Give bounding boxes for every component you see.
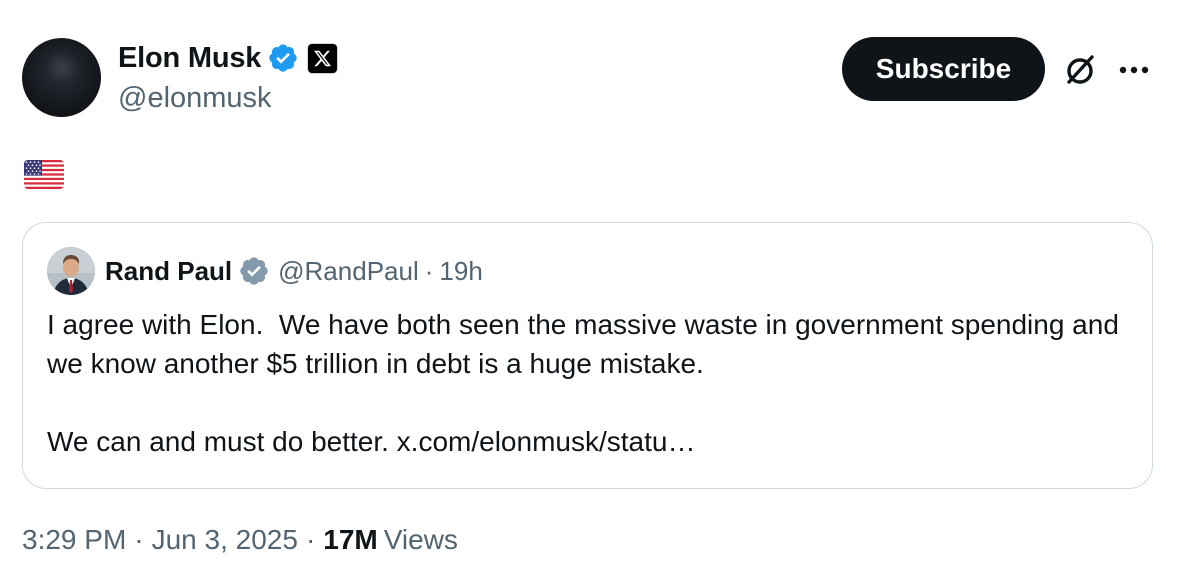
government-verified-badge-icon[interactable] [238, 255, 270, 287]
verified-badge-icon[interactable] [267, 42, 299, 74]
avatar-highlight [44, 52, 80, 82]
quoted-author-avatar[interactable] [47, 247, 95, 295]
more-options-icon[interactable] [1114, 52, 1154, 88]
tweet-metadata: 3:29 PM · Jun 3, 2025 · 17M Views [22, 524, 458, 556]
author-handle[interactable]: @elonmusk [118, 82, 272, 115]
grok-icon[interactable] [1060, 50, 1100, 90]
author-avatar[interactable] [22, 38, 101, 117]
tweet-date[interactable]: Jun 3, 2025 [152, 524, 298, 556]
quoted-author-name[interactable]: Rand Paul [105, 256, 232, 287]
quoted-tweet-paragraph: We can and must do better. x.com/elonmus… [47, 426, 696, 457]
views-count[interactable]: 17M [323, 524, 377, 556]
quoted-author-handle[interactable]: @RandPaul [278, 256, 419, 287]
meta-separator: · [134, 524, 144, 555]
quoted-tweet-time[interactable]: 19h [439, 256, 482, 287]
us-flag-emoji [24, 160, 64, 189]
quoted-tweet-paragraph: I agree with Elon. We have both seen the… [47, 309, 1127, 379]
quoted-tweet-header: Rand Paul @RandPaul · 19h [105, 251, 483, 291]
quoted-header-separator: · [424, 255, 434, 286]
quoted-tweet-card[interactable]: Rand Paul @RandPaul · 19h I agree with E… [22, 222, 1153, 489]
tweet-page: Elon Musk @elonmusk Subscribe Rand Paul … [0, 0, 1178, 582]
quoted-avatar-portrait [47, 247, 95, 295]
x-logo-icon[interactable] [307, 42, 339, 74]
ellipsis-glyph [1119, 66, 1149, 74]
author-name-row: Elon Musk [118, 40, 339, 76]
author-display-name[interactable]: Elon Musk [118, 42, 261, 75]
views-label[interactable]: Views [384, 524, 458, 556]
grok-glyph [1067, 55, 1094, 84]
meta-separator: · [305, 524, 316, 555]
tweet-time[interactable]: 3:29 PM [22, 524, 126, 556]
x-logo-glyph [314, 50, 332, 66]
quoted-tweet-text: I agree with Elon. We have both seen the… [47, 305, 1127, 461]
subscribe-button[interactable]: Subscribe [842, 37, 1045, 101]
